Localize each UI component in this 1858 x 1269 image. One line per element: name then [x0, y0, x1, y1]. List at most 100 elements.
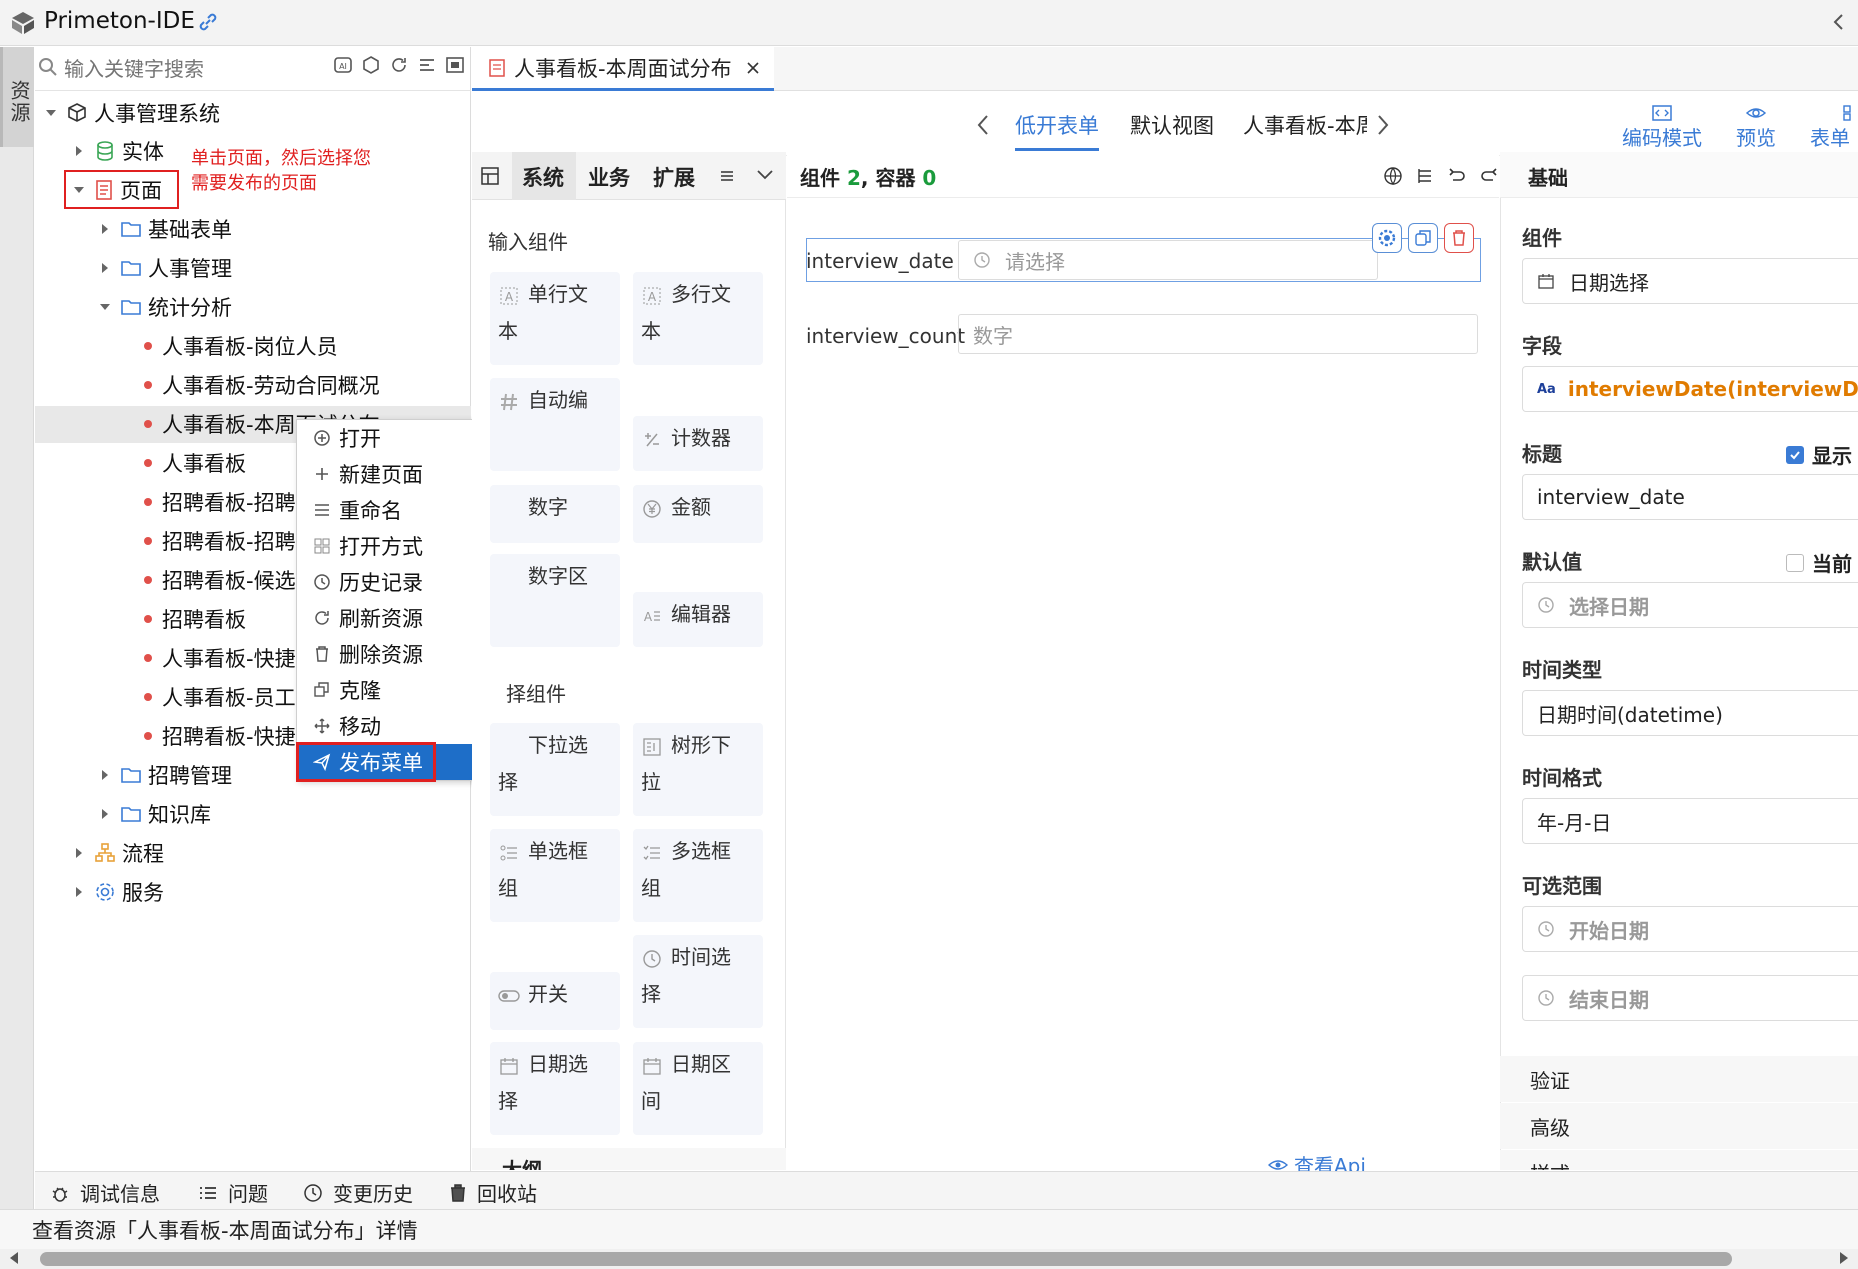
refresh-icon[interactable] [389, 55, 409, 75]
comp-number[interactable]: 数字 [490, 485, 620, 543]
scroll-right-icon[interactable] [1838, 1251, 1850, 1265]
outline-tree-icon[interactable] [1415, 166, 1435, 186]
tab-change-history[interactable]: 变更历史 [303, 1178, 413, 1207]
form-button[interactable]: 表单 [1810, 104, 1858, 151]
tree-folder[interactable]: 知识库 [98, 797, 211, 830]
comp-dropdown[interactable]: 下拉选择 [490, 723, 620, 816]
tree-node-entity[interactable]: 实体 [72, 134, 164, 167]
view-tab-lowcode-form[interactable]: 低开表单 [1015, 110, 1099, 140]
scroll-left-icon[interactable] [8, 1251, 20, 1265]
prop-range-start[interactable]: 开始日期 [1522, 906, 1858, 952]
show-title-checkbox[interactable]: 显示 [1786, 440, 1852, 469]
tree-page-item[interactable]: 人事看板-岗位人员 [140, 329, 338, 362]
comp-date-select[interactable]: 日期选择 [490, 1042, 620, 1135]
editor-tab-active[interactable]: 人事看板-本周面试分布 [472, 47, 774, 91]
prop-component-select[interactable]: 日期选择 [1522, 258, 1858, 304]
locate-icon[interactable] [445, 55, 465, 75]
prop-range-end[interactable]: 结束日期 [1522, 975, 1858, 1021]
prop-default-date[interactable]: 选择日期 [1522, 582, 1858, 628]
tree-page-item[interactable]: 招聘看板-招聘 [140, 524, 296, 557]
redo-icon[interactable] [1479, 166, 1499, 186]
collapse-icon[interactable] [1832, 12, 1846, 32]
code-mode-button[interactable]: 编码模式 [1622, 104, 1702, 151]
comp-tree-select[interactable]: 树形下拉 [633, 723, 763, 816]
comp-radio-group[interactable]: 单选框组 [490, 829, 620, 922]
comp-multi-text[interactable]: A 多行文本 [633, 272, 763, 365]
prop-time-format-select[interactable]: 年-月-日 [1522, 798, 1858, 844]
ai-icon[interactable]: AI [333, 55, 353, 75]
chevron-right-icon[interactable] [1376, 114, 1390, 136]
prop-field-select[interactable]: Aa interviewDate(interviewDate) [1522, 366, 1858, 412]
prop-section-advanced[interactable]: 高级 [1500, 1103, 1858, 1149]
comp-auto-number[interactable]: 自动编 [490, 378, 620, 471]
tree-page-item[interactable]: 招聘看板 [140, 602, 246, 635]
tree-page-item[interactable]: 招聘看板-快捷 [140, 719, 296, 752]
view-tab-default[interactable]: 默认视图 [1130, 110, 1214, 140]
tree-page-item[interactable]: 人事看板-快捷 [140, 641, 296, 674]
comp-date-range[interactable]: 日期区间 [633, 1042, 763, 1135]
comp-number-range[interactable]: 数字区 [490, 554, 620, 647]
prop-time-type-select[interactable]: 日期时间(datetime) [1522, 690, 1858, 736]
prop-section-validation[interactable]: 验证 [1500, 1056, 1858, 1102]
outline-bar[interactable]: 大纲 [472, 1148, 786, 1170]
number-input[interactable]: 数字 [958, 314, 1478, 354]
date-input[interactable]: 请选择 [958, 240, 1378, 280]
tree-page-item[interactable]: 人事看板-员工 [140, 680, 296, 713]
close-icon[interactable] [746, 61, 760, 75]
comp-editor[interactable]: A 编辑器 [633, 592, 763, 647]
tab-debug-info[interactable]: 调试信息 [50, 1178, 160, 1207]
resources-tab[interactable]: 资源 [0, 47, 34, 147]
comp-checkbox-group[interactable]: 多选框组 [633, 829, 763, 922]
page-dot-icon [144, 380, 152, 389]
menu-icon[interactable] [720, 168, 734, 184]
comp-counter[interactable]: 计数器 [633, 416, 763, 471]
tab-recycle-bin[interactable]: 回收站 [449, 1178, 537, 1207]
property-tab-basic[interactable]: 基础 [1528, 162, 1568, 191]
tree-folder[interactable]: 人事管理 [98, 251, 232, 284]
field-delete-button[interactable] [1444, 223, 1474, 253]
comp-label: 日期选 [528, 1052, 588, 1076]
field-settings-button[interactable] [1372, 223, 1402, 253]
globe-icon[interactable] [1383, 166, 1403, 186]
field-copy-button[interactable] [1408, 223, 1438, 253]
tree-folder[interactable]: 招聘管理 [98, 758, 232, 791]
tree-page-item[interactable]: 招聘看板-招聘 [140, 485, 296, 518]
layout-icon[interactable] [480, 166, 500, 186]
link-icon[interactable] [196, 10, 220, 34]
tree-folder[interactable]: 基础表单 [98, 212, 232, 245]
preview-button[interactable]: 预览 [1736, 104, 1776, 151]
comp-amount[interactable]: 金额 [633, 485, 763, 543]
tab-problems[interactable]: 问题 [198, 1178, 268, 1207]
palette-tab-extension[interactable]: 扩展 [653, 162, 695, 192]
undo-icon[interactable] [1447, 166, 1467, 186]
tree-page-item[interactable]: 人事看板-劳动合同概况 [140, 368, 380, 401]
comp-switch[interactable]: 开关 [490, 972, 620, 1030]
chevron-down-icon[interactable] [756, 168, 774, 182]
palette-tab-system[interactable]: 系统 [522, 162, 564, 192]
ctx-label: 克隆 [339, 679, 381, 703]
tree-page-item[interactable]: 招聘看板-候选 [140, 563, 296, 596]
current-date-checkbox[interactable]: 当前 [1786, 548, 1852, 577]
checkbox-label: 当前 [1812, 552, 1852, 576]
tree-node-process[interactable]: 流程 [72, 836, 164, 869]
tree-node-service[interactable]: 服务 [72, 875, 164, 908]
folder-icon [120, 258, 142, 278]
tree-search-input[interactable] [64, 54, 324, 84]
scrollbar-thumb[interactable] [40, 1252, 1732, 1266]
prop-title-input[interactable]: interview_date [1522, 474, 1858, 520]
view-tab-page[interactable]: 人事看板-本周 [1243, 110, 1367, 140]
cube-add-icon[interactable] [361, 55, 381, 75]
palette-tab-business[interactable]: 业务 [588, 162, 630, 192]
ctx-label: 删除资源 [339, 643, 423, 667]
form-icon [1842, 104, 1858, 122]
collapse-all-icon[interactable] [417, 55, 437, 75]
prop-section-style[interactable]: 样式 [1500, 1150, 1858, 1170]
comp-single-text[interactable]: A 单行文本 [490, 272, 620, 365]
tree-page-item[interactable]: 人事看板 [140, 446, 246, 479]
tree-node-root[interactable]: 人事管理系统 [44, 96, 220, 129]
ctx-label: 新建页面 [339, 463, 423, 487]
comp-time-select[interactable]: 时间选择 [633, 935, 763, 1028]
tree-folder[interactable]: 统计分析 [98, 290, 232, 323]
activity-bar [0, 47, 34, 1209]
chevron-left-icon[interactable] [976, 114, 990, 136]
